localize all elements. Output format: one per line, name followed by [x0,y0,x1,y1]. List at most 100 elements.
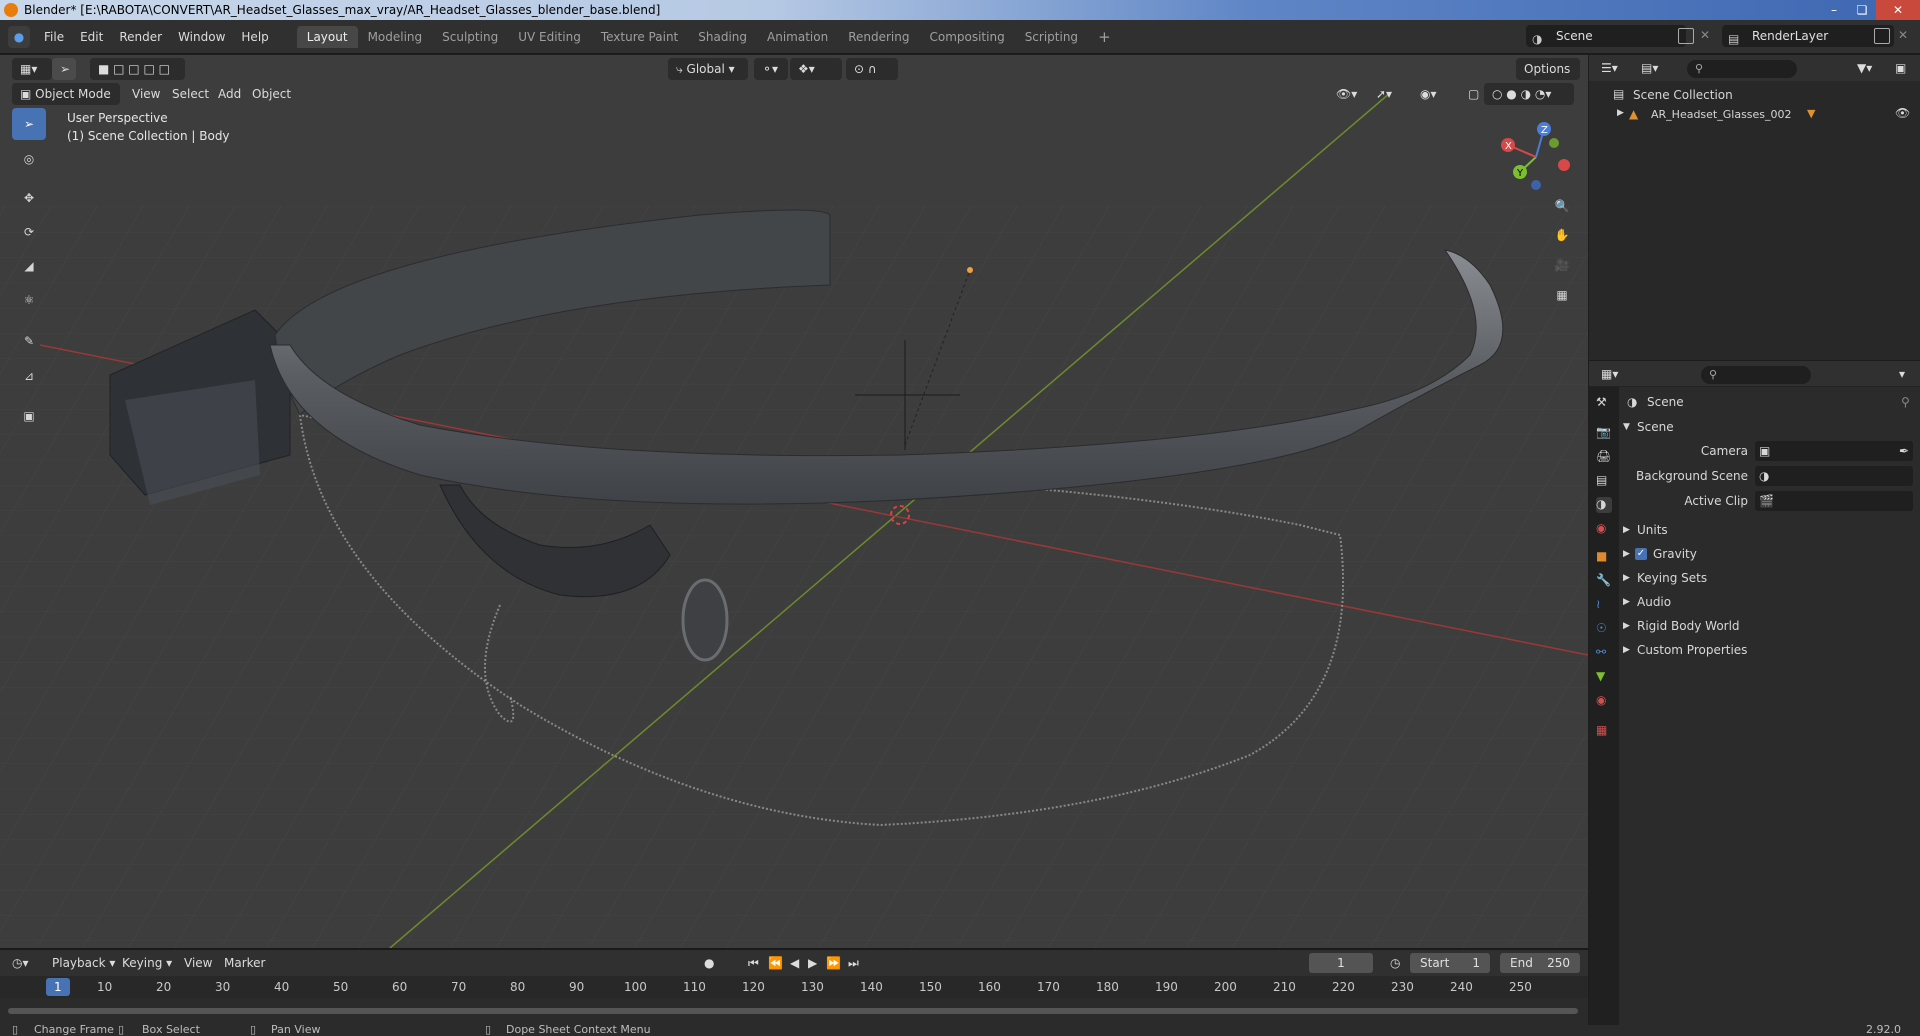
object-tab-icon[interactable]: ■ [1596,549,1612,565]
view-layer-tab-icon[interactable]: ▤ [1596,473,1612,489]
ortho-grid-icon[interactable]: ▦ [1548,281,1576,309]
pan-hand-icon[interactable]: ✋ [1548,221,1576,249]
next-keyframe-icon[interactable]: ⏩ [826,952,841,974]
filter-icon[interactable]: ▼▾ [1857,57,1872,79]
gravity-checkbox[interactable]: ✓ [1635,548,1647,560]
subpanel-custom-properties[interactable]: ▶ Custom Properties [1619,639,1920,661]
transform-tool[interactable]: ⚛ [12,284,46,316]
pin-icon[interactable]: ⚲ [1901,391,1910,413]
new-collection-icon[interactable]: ▣ [1895,57,1906,79]
zoom-icon[interactable]: 🔍 [1548,192,1576,220]
properties-editor-type-icon[interactable]: ▦▾ [1601,363,1618,385]
cursor-tool[interactable]: ◎ [12,143,46,175]
clock-icon[interactable]: ◷ [1390,952,1400,974]
tab-sculpting[interactable]: Sculpting [432,26,508,48]
timeline-menu-marker[interactable]: Marker [224,952,265,974]
menu-help[interactable]: Help [233,20,276,54]
tab-uv-editing[interactable]: UV Editing [508,26,591,48]
gizmo-toggle-icon[interactable]: ➚▾ [1368,83,1408,105]
select-box-tool[interactable]: ➢ [12,108,46,140]
blender-logo-icon[interactable]: ● [8,25,30,48]
delete-view-layer-icon[interactable]: ✕ [1898,28,1908,42]
scene-selector[interactable]: ◑ Scene [1526,25,1686,47]
timeline-menu-playback[interactable]: Playback ▾ [52,952,115,974]
move-tool[interactable]: ✥ [12,182,46,214]
scene-panel-header[interactable]: ▼ Scene [1619,416,1920,438]
modifier-tab-icon[interactable]: 🔧 [1596,573,1612,589]
world-tab-icon[interactable]: ◉ [1596,521,1612,537]
overlay-toggle-icon[interactable]: ◉▾ [1412,83,1452,105]
background-scene-field[interactable]: ◑ [1755,466,1913,486]
menu-edit[interactable]: Edit [72,20,111,54]
subpanel-gravity[interactable]: ▶ ✓ Gravity [1619,543,1920,565]
options-dropdown[interactable]: Options ▾ [1516,58,1580,98]
camera-field[interactable]: ▣ ✒ [1755,441,1913,461]
tab-rendering[interactable]: Rendering [838,26,919,48]
active-clip-field[interactable]: 🎬 [1755,491,1913,511]
outliner-row-object[interactable]: ▶ ▲ AR_Headset_Glasses_002 ▼ 👁 [1589,105,1920,125]
menu-render[interactable]: Render [111,20,170,54]
navigation-gizmo[interactable]: Z Y X [1496,117,1576,197]
tab-compositing[interactable]: Compositing [919,26,1014,48]
tab-modeling[interactable]: Modeling [358,26,433,48]
timeline-menu-keying[interactable]: Keying ▾ [122,952,172,974]
subpanel-units[interactable]: ▶ Units [1619,519,1920,541]
constraints-tab-icon[interactable]: ⚯ [1596,645,1612,661]
camera-view-icon[interactable]: 🎥 [1548,251,1576,279]
shading-mode-buttons[interactable]: ○ ● ◑ ◔▾ [1484,83,1574,105]
pivot-icon[interactable]: ⚬▾ [754,58,788,80]
jump-end-icon[interactable]: ⏭ [848,952,859,974]
new-scene-icon[interactable] [1678,28,1694,44]
tab-animation[interactable]: Animation [757,26,838,48]
jump-start-icon[interactable]: ⏮ [748,952,759,974]
expand-arrow-icon[interactable]: ▶ [1617,108,1624,118]
particles-tab-icon[interactable]: ≀ [1596,597,1612,613]
scene-tab-icon[interactable]: ◑ [1596,497,1612,513]
minimize-button[interactable]: – [1820,0,1848,20]
orientation-dropdown[interactable]: ⤷ Global ▾ [668,58,748,80]
current-frame-field[interactable]: 1 [1309,953,1373,973]
physics-tab-icon[interactable]: ☉ [1596,621,1612,637]
scale-tool[interactable]: ◢ [12,250,46,282]
xray-icon[interactable]: ▢ [1460,83,1482,105]
new-view-layer-icon[interactable] [1874,28,1890,44]
eye-visibility-icon[interactable]: 👁 [1895,106,1910,120]
material-tab-icon[interactable]: ◉ [1596,693,1612,709]
data-tab-icon[interactable]: ▼ [1596,669,1612,685]
add-cube-tool[interactable]: ▣ [12,400,46,432]
outliner-search-input[interactable]: ⚲ [1687,60,1797,78]
tool-tab-icon[interactable]: ⚒ [1596,395,1612,411]
outliner-row-scene-collection[interactable]: ▤ Scene Collection [1589,85,1920,105]
measure-tool[interactable]: ⊿ [12,360,46,392]
tab-texture-paint[interactable]: Texture Paint [591,26,688,48]
play-icon[interactable]: ▶ [808,952,817,974]
display-mode-icon[interactable]: ▤▾ [1641,57,1658,79]
output-tab-icon[interactable]: 🖨 [1596,449,1612,465]
tab-layout[interactable]: Layout [296,25,358,48]
timeline-scrollbar[interactable] [8,1008,1578,1014]
timeline-ruler[interactable]: 1 10 20 30 40 50 60 70 80 90 100 110 120 130 140 150 160… [0,976,1588,998]
light-object[interactable] [967,267,973,273]
start-frame-field[interactable]: Start 1 [1410,953,1490,973]
close-button[interactable]: ✕ [1876,0,1920,20]
object-mode-dropdown[interactable]: ▣ Object Mode ▾ [12,83,120,123]
eyedropper-icon[interactable]: ✒ [1899,440,1909,462]
menu-file[interactable]: File [36,20,72,54]
end-frame-field[interactable]: End 250 [1500,953,1580,973]
view-layer-selector[interactable]: ▤ RenderLayer [1722,25,1894,47]
properties-options-icon[interactable]: ▾ [1899,363,1905,385]
prev-keyframe-icon[interactable]: ⏪ [768,952,783,974]
render-tab-icon[interactable]: 📷 [1596,425,1612,441]
select-tool-icon[interactable]: ➢ [52,58,76,80]
record-keyframe-icon[interactable]: ● [704,952,714,974]
delete-scene-icon[interactable]: ✕ [1700,28,1710,42]
viewport-menu-view[interactable]: View [132,83,160,105]
annotate-tool[interactable]: ✎ [12,325,46,357]
tab-shading[interactable]: Shading [688,26,757,48]
editor-type-icon[interactable]: ▦▾ [12,58,52,80]
add-workspace-icon[interactable]: + [1088,26,1121,48]
tab-scripting[interactable]: Scripting [1015,26,1088,48]
viewport-menu-select[interactable]: Select [172,83,209,105]
menu-window[interactable]: Window [170,20,233,54]
rotate-tool[interactable]: ⟳ [12,216,46,248]
